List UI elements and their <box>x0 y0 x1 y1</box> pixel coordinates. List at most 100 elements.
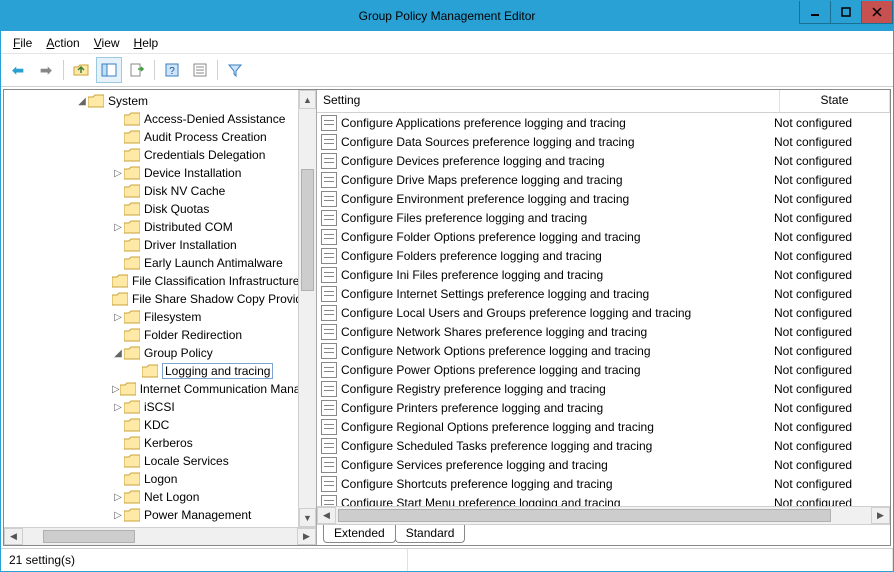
maximize-button[interactable] <box>830 1 862 24</box>
expand-icon[interactable]: ▷ <box>112 492 124 503</box>
tree-item[interactable]: ▷Power Management <box>4 506 298 524</box>
policy-item-icon <box>321 115 337 131</box>
tree-item[interactable]: Locale Services <box>4 452 298 470</box>
scroll-thumb[interactable] <box>338 509 831 522</box>
setting-row[interactable]: Configure Drive Maps preference logging … <box>317 170 890 189</box>
expand-icon[interactable]: ▷ <box>112 222 124 233</box>
setting-row[interactable]: Configure Files preference logging and t… <box>317 208 890 227</box>
setting-row[interactable]: Configure Local Users and Groups prefere… <box>317 303 890 322</box>
tab-standard[interactable]: Standard <box>395 525 466 543</box>
tree-item[interactable]: ▷Device Installation <box>4 164 298 182</box>
tree-item[interactable]: ▷Filesystem <box>4 308 298 326</box>
setting-row[interactable]: Configure Folder Options preference logg… <box>317 227 890 246</box>
tree-item[interactable]: Logon <box>4 470 298 488</box>
tree-item[interactable]: Folder Redirection <box>4 326 298 344</box>
folder-icon <box>124 202 140 216</box>
scroll-thumb[interactable] <box>301 169 314 291</box>
settings-list[interactable]: Configure Applications preference loggin… <box>317 113 890 506</box>
setting-row[interactable]: Configure Shortcuts preference logging a… <box>317 474 890 493</box>
setting-row[interactable]: Configure Internet Settings preference l… <box>317 284 890 303</box>
expand-icon[interactable]: ◢ <box>112 348 124 359</box>
list-horizontal-scrollbar[interactable]: ◀ ▶ <box>317 506 890 524</box>
scroll-left-button[interactable]: ◀ <box>4 528 23 545</box>
scroll-right-button[interactable]: ▶ <box>871 507 890 524</box>
setting-row[interactable]: Configure Scheduled Tasks preference log… <box>317 436 890 455</box>
tree-label: Logon <box>144 472 177 486</box>
tree-vertical-scrollbar[interactable]: ▲ ▼ <box>298 90 316 527</box>
setting-row[interactable]: Configure Services preference logging an… <box>317 455 890 474</box>
column-header-state[interactable]: State <box>780 90 890 112</box>
scroll-track[interactable] <box>336 507 871 524</box>
tree-item[interactable]: Credentials Delegation <box>4 146 298 164</box>
setting-row[interactable]: Configure Power Options preference loggi… <box>317 360 890 379</box>
minimize-button[interactable] <box>799 1 831 24</box>
up-level-button[interactable] <box>68 57 94 83</box>
tree-item[interactable]: ◢Group Policy <box>4 344 298 362</box>
tree-item[interactable]: ▷Internet Communication Manag <box>4 380 298 398</box>
tree-horizontal-scrollbar[interactable]: ◀ ▶ <box>4 527 316 545</box>
setting-row[interactable]: Configure Ini Files preference logging a… <box>317 265 890 284</box>
tree-item[interactable]: Kerberos <box>4 434 298 452</box>
tree-item-system[interactable]: ◢ System <box>4 92 298 110</box>
setting-row[interactable]: Configure Network Shares preference logg… <box>317 322 890 341</box>
scroll-left-button[interactable]: ◀ <box>317 507 336 524</box>
tab-extended[interactable]: Extended <box>323 525 396 543</box>
tree-item[interactable]: Logging and tracing <box>4 362 298 380</box>
tree-item[interactable]: ▷Net Logon <box>4 488 298 506</box>
tree-label: Kerberos <box>144 436 193 450</box>
export-list-button[interactable] <box>124 57 150 83</box>
setting-row[interactable]: Configure Registry preference logging an… <box>317 379 890 398</box>
scroll-right-button[interactable]: ▶ <box>297 528 316 545</box>
column-header-setting[interactable]: Setting <box>317 90 780 112</box>
tree-item[interactable]: File Classification Infrastructure <box>4 272 298 290</box>
filter-button[interactable] <box>222 57 248 83</box>
setting-row[interactable]: Configure Data Sources preference loggin… <box>317 132 890 151</box>
setting-row[interactable]: Configure Environment preference logging… <box>317 189 890 208</box>
setting-row[interactable]: Configure Devices preference logging and… <box>317 151 890 170</box>
menu-file[interactable]: File <box>7 34 38 52</box>
expand-icon[interactable]: ▷ <box>112 168 124 179</box>
expand-icon[interactable]: ▷ <box>112 384 120 395</box>
close-button[interactable] <box>861 1 893 24</box>
setting-row[interactable]: Configure Network Options preference log… <box>317 341 890 360</box>
tree-item[interactable]: Early Launch Antimalware <box>4 254 298 272</box>
tree-item[interactable]: Disk NV Cache <box>4 182 298 200</box>
menu-action[interactable]: Action <box>40 34 85 52</box>
setting-state: Not configured <box>774 458 890 472</box>
menu-view[interactable]: View <box>88 34 126 52</box>
scroll-thumb[interactable] <box>43 530 135 543</box>
tree-item[interactable]: File Share Shadow Copy Provider <box>4 290 298 308</box>
setting-row[interactable]: Configure Applications preference loggin… <box>317 113 890 132</box>
setting-row[interactable]: Configure Regional Options preference lo… <box>317 417 890 436</box>
collapse-icon[interactable]: ◢ <box>76 96 88 107</box>
tree-item[interactable]: Audit Process Creation <box>4 128 298 146</box>
tree-item[interactable]: Disk Quotas <box>4 200 298 218</box>
app-window: Group Policy Management Editor File Acti… <box>0 0 894 572</box>
tree-item[interactable]: Driver Installation <box>4 236 298 254</box>
folder-icon <box>124 310 140 324</box>
tree-item[interactable]: Access-Denied Assistance <box>4 110 298 128</box>
tree-item[interactable]: KDC <box>4 416 298 434</box>
tree-scroll-area[interactable]: ◢ System Access-Denied AssistanceAudit P… <box>4 90 298 527</box>
folder-icon <box>124 148 140 162</box>
forward-button[interactable]: ➡ <box>33 57 59 83</box>
scroll-track[interactable] <box>299 109 316 508</box>
help-button[interactable]: ? <box>159 57 185 83</box>
properties-button[interactable] <box>187 57 213 83</box>
tree-item[interactable]: ▷iSCSI <box>4 398 298 416</box>
setting-row[interactable]: Configure Printers preference logging an… <box>317 398 890 417</box>
scroll-down-button[interactable]: ▼ <box>299 508 316 527</box>
scroll-up-button[interactable]: ▲ <box>299 90 316 109</box>
view-tabstrip: Extended Standard <box>317 524 890 545</box>
expand-icon[interactable]: ▷ <box>112 510 124 521</box>
tree-item[interactable]: ▷Distributed COM <box>4 218 298 236</box>
menu-help[interactable]: Help <box>128 34 165 52</box>
menubar: File Action View Help <box>1 31 893 54</box>
back-button[interactable]: ⬅ <box>5 57 31 83</box>
setting-row[interactable]: Configure Start Menu preference logging … <box>317 493 890 506</box>
scroll-track[interactable] <box>23 528 297 545</box>
show-hide-tree-button[interactable] <box>96 57 122 83</box>
setting-row[interactable]: Configure Folders preference logging and… <box>317 246 890 265</box>
expand-icon[interactable]: ▷ <box>112 402 124 413</box>
expand-icon[interactable]: ▷ <box>112 312 124 323</box>
